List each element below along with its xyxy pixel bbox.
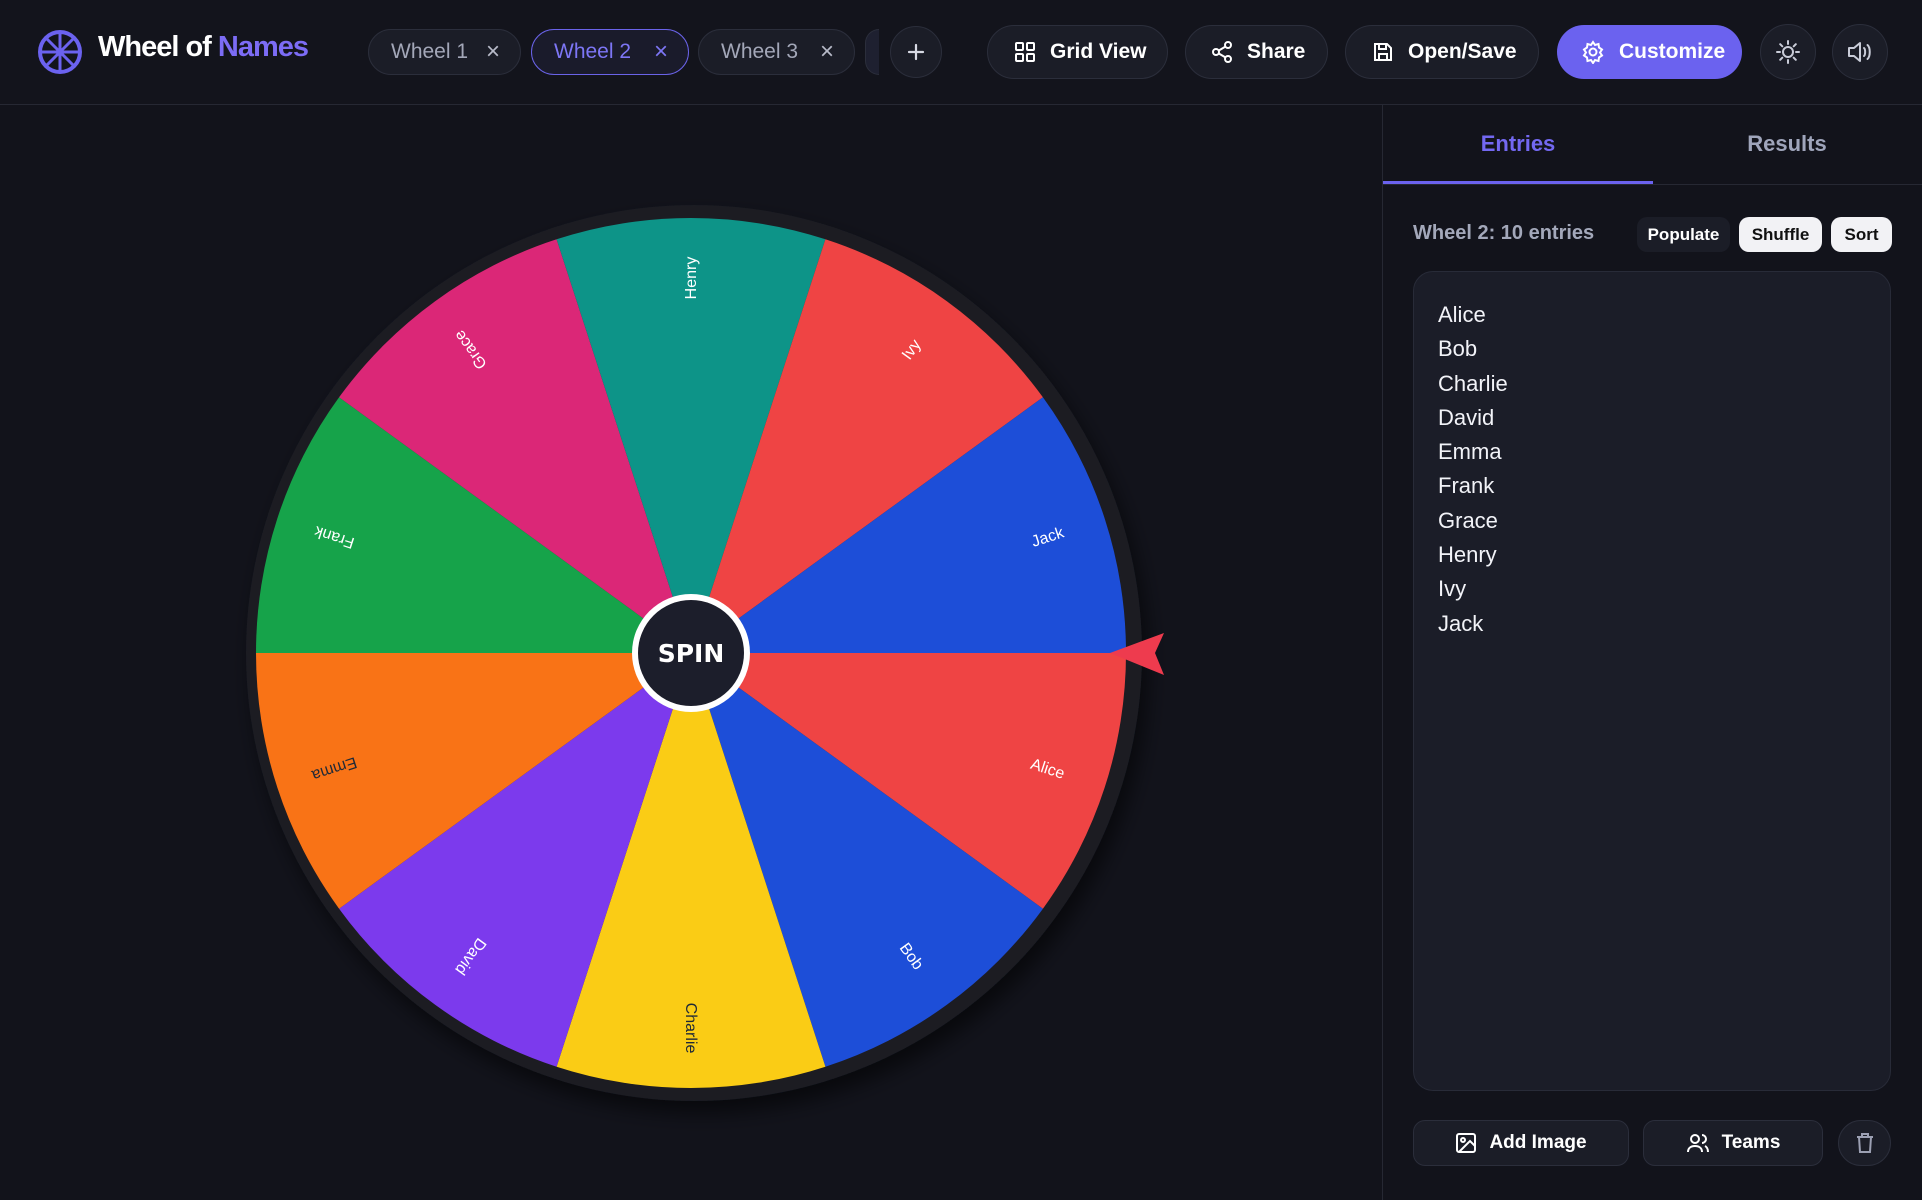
panel-divider	[1382, 104, 1383, 1200]
shuffle-button[interactable]: Shuffle	[1739, 217, 1822, 252]
entry-item: Alice	[1438, 302, 1486, 327]
tab-label: Wheel 3	[721, 40, 799, 63]
tab-wheel-3[interactable]: Wheel 3 ×	[698, 29, 855, 75]
tab-entries[interactable]: Entries	[1383, 104, 1653, 184]
close-icon[interactable]: ×	[654, 38, 668, 66]
share-label: Share	[1247, 40, 1306, 63]
app-title: Wheel of Names	[98, 31, 309, 63]
entry-item: Emma	[1438, 439, 1502, 465]
close-icon[interactable]: ×	[820, 38, 834, 66]
users-icon	[1686, 1134, 1709, 1153]
populate-button[interactable]: Populate	[1637, 217, 1730, 252]
settings-icon	[1582, 40, 1604, 64]
wheel-segment-label: Henry	[683, 257, 700, 300]
theme-toggle-button[interactable]	[1760, 24, 1816, 80]
top-bar: Wheel of Names Wheel 1 × Wheel 2 × Wheel…	[0, 0, 1922, 105]
customize-label: Customize	[1619, 40, 1726, 63]
entry-count: Wheel 2: 10 entries	[1413, 222, 1595, 244]
entry-item: Henry	[1438, 542, 1497, 568]
tab-label: Wheel 2	[554, 40, 632, 63]
entry-item: Frank	[1438, 473, 1495, 499]
clear-entries-button[interactable]	[1838, 1120, 1891, 1166]
entry-item: Grace	[1438, 507, 1498, 533]
entry-item: Jack	[1438, 610, 1484, 636]
spin-label: SPIN	[658, 639, 725, 668]
tab-separator	[1383, 184, 1922, 185]
open-save-label: Open/Save	[1408, 40, 1517, 63]
tab-results[interactable]: Results	[1652, 104, 1922, 184]
image-icon	[1456, 1133, 1477, 1153]
tab-label: Wheel 1	[391, 40, 469, 63]
share-button[interactable]: Share	[1185, 25, 1328, 79]
customize-button[interactable]: Customize	[1557, 25, 1742, 79]
plus-icon	[907, 43, 925, 61]
grid-view-button[interactable]: Grid View	[987, 25, 1168, 79]
add-tab-button[interactable]	[890, 26, 942, 78]
close-icon[interactable]: ×	[486, 38, 500, 66]
entry-item: Bob	[1438, 336, 1478, 362]
add-image-label: Add Image	[1489, 1132, 1587, 1153]
entry-item: David	[1438, 404, 1495, 430]
wheel-logo-icon[interactable]	[36, 28, 84, 76]
tab-wheel-1[interactable]: Wheel 1 ×	[368, 29, 521, 75]
wheel-segment-label: Charlie	[682, 1003, 699, 1054]
save-icon	[1374, 43, 1392, 61]
spin-button[interactable]: SPIN	[632, 594, 750, 712]
grid-view-label: Grid View	[1050, 40, 1147, 63]
tab-wheel-2[interactable]: Wheel 2 ×	[531, 29, 689, 75]
tab-overflow[interactable]	[865, 29, 879, 75]
trash-icon	[1856, 1133, 1873, 1153]
entry-item: Charlie	[1438, 370, 1508, 396]
share-icon	[1212, 41, 1232, 63]
sort-button[interactable]: Sort	[1831, 217, 1892, 252]
add-image-button[interactable]: Add Image	[1413, 1120, 1629, 1166]
entry-item: Ivy	[1438, 576, 1467, 602]
sound-toggle-button[interactable]	[1832, 24, 1888, 80]
entries-textarea[interactable]: Alice Bob Charlie David Emma Frank Grace…	[1413, 271, 1891, 1091]
wheel-canvas[interactable]: AliceBobCharlieDavidEmmaFrankGraceHenryI…	[0, 105, 1381, 1200]
teams-label: Teams	[1721, 1132, 1781, 1153]
volume-icon	[1848, 42, 1871, 62]
teams-button[interactable]: Teams	[1643, 1120, 1823, 1166]
grid-icon	[1015, 42, 1035, 62]
open-save-button[interactable]: Open/Save	[1345, 25, 1539, 79]
sun-icon	[1776, 40, 1800, 64]
